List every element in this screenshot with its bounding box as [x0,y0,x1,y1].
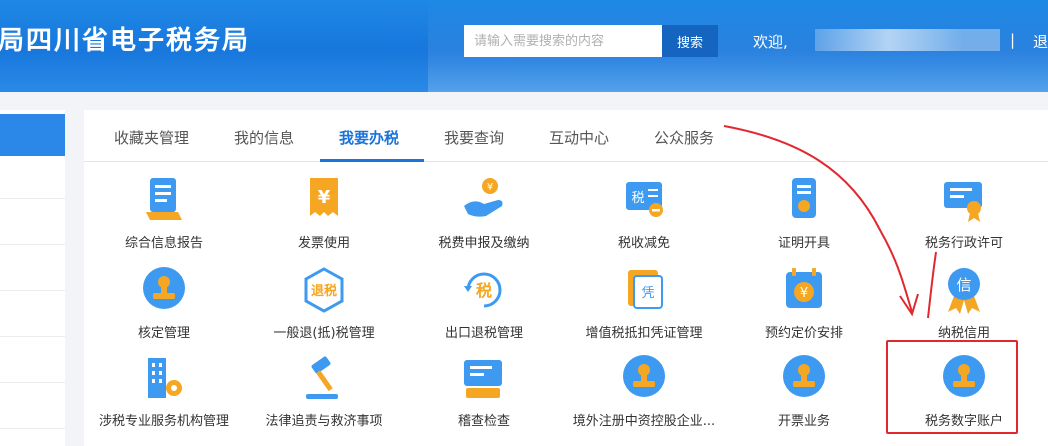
service-item[interactable]: 涉税专业服务机构管理 [84,354,244,436]
item-label: 税费申报及缴纳 [438,236,530,251]
item-label: 法律追责与救济事项 [265,414,383,429]
item-label: 税务行政许可 [924,236,1003,251]
service-item[interactable]: 核定管理 [84,266,244,348]
service-item[interactable]: 证明开具 [724,176,884,258]
sidebar-divider [0,198,65,199]
tab-my-info[interactable]: 我的信息 [234,127,294,148]
tab-bar: 收藏夹管理 我的信息 我要办税 我要查询 互动中心 公众服务 [84,110,1048,162]
service-item[interactable]: 凭 增值税抵扣凭证管理 [564,266,724,348]
item-label: 涉税专业服务机构管理 [98,414,229,429]
building-gear-icon [148,358,182,398]
service-item[interactable]: 境外注册中资控股企业... [564,354,724,436]
service-item[interactable]: 退税 一般退(抵)税管理 [244,266,404,348]
service-item[interactable]: ¥ 发票使用 [244,176,404,258]
header-separator: | [1010,31,1016,49]
sidebar-divider [0,244,65,245]
item-label: 纳税信用 [937,326,990,341]
tab-public-service[interactable]: 公众服务 [654,127,714,148]
search-input[interactable] [464,25,662,57]
service-item[interactable]: 税务行政许可 [884,176,1044,258]
tab-interaction[interactable]: 互动中心 [549,127,609,148]
item-label: 增值税抵扣凭证管理 [585,326,703,341]
tab-query[interactable]: 我要查询 [444,127,504,148]
document-report-icon [146,178,182,220]
item-label: 出口退税管理 [444,326,523,341]
service-item[interactable]: 信 纳税信用 [884,266,1044,348]
svg-text:¥: ¥ [800,286,808,301]
service-item[interactable]: 税 税收减免 [564,176,724,258]
tab-do-tax[interactable]: 我要办税 [339,127,399,148]
item-label: 税收减免 [617,236,670,251]
username-redacted [815,29,1000,51]
service-item[interactable]: 综合信息报告 [84,176,244,258]
certificate-icon [792,178,816,218]
annotation-highlight-box [886,340,1018,434]
sidebar-divider [0,336,65,337]
export-refund-icon: 税 [464,272,502,308]
service-item[interactable]: ¥ 预约定价安排 [724,266,884,348]
gavel-icon [306,356,338,399]
service-item[interactable]: 税 出口退税管理 [404,266,564,348]
tax-reduction-icon: 税 [626,182,663,217]
service-item[interactable]: 开票业务 [724,354,884,436]
svg-text:退税: 退税 [311,283,337,299]
item-label: 一般退(抵)税管理 [273,326,375,341]
item-label: 预约定价安排 [764,326,843,341]
inspection-icon [464,360,502,398]
voucher-icon: 凭 [628,270,663,309]
calendar-yen-icon: ¥ [786,268,822,308]
sidebar-divider [0,428,65,429]
sidebar-divider [0,382,65,383]
item-label: 核定管理 [137,326,190,341]
hand-coin-icon: ¥ [464,178,503,217]
item-label: 境外注册中资控股企业... [572,414,716,429]
site-title: 局四川省电子税务局 [0,26,251,56]
stamp-icon [783,355,825,397]
service-item[interactable]: 法律追责与救济事项 [244,354,404,436]
svg-text:信: 信 [956,276,971,294]
license-ribbon-icon [944,182,982,222]
active-tab-indicator [320,159,424,162]
logout-link[interactable]: 退 [1033,31,1048,52]
item-label: 开票业务 [777,414,830,429]
welcome-text: 欢迎, [753,33,788,51]
svg-text:¥: ¥ [487,182,493,193]
stamp-icon [143,267,185,309]
search-button[interactable]: 搜索 [662,25,718,57]
svg-text:税: 税 [631,191,644,206]
service-item[interactable]: ¥ 税费申报及缴纳 [404,176,564,258]
refund-hexagon-icon: 退税 [304,267,344,313]
item-label: 证明开具 [777,236,830,251]
service-item[interactable]: 稽查检查 [404,354,564,436]
sidebar-divider [0,290,65,291]
svg-text:¥: ¥ [318,187,331,208]
left-sidebar [0,110,65,446]
credit-badge-icon: 信 [948,268,980,314]
tab-favorites[interactable]: 收藏夹管理 [114,127,189,148]
stamp-icon [623,355,665,397]
invoice-yen-icon: ¥ [310,178,338,216]
svg-text:凭: 凭 [641,286,654,301]
item-label: 综合信息报告 [124,236,203,251]
svg-text:税: 税 [476,281,492,300]
sidebar-active-item[interactable] [0,114,65,156]
top-header: 局四川省电子税务局 搜索 欢迎, | 退 [0,0,1048,92]
item-label: 发票使用 [297,236,350,251]
item-label: 稽查检查 [457,414,510,429]
